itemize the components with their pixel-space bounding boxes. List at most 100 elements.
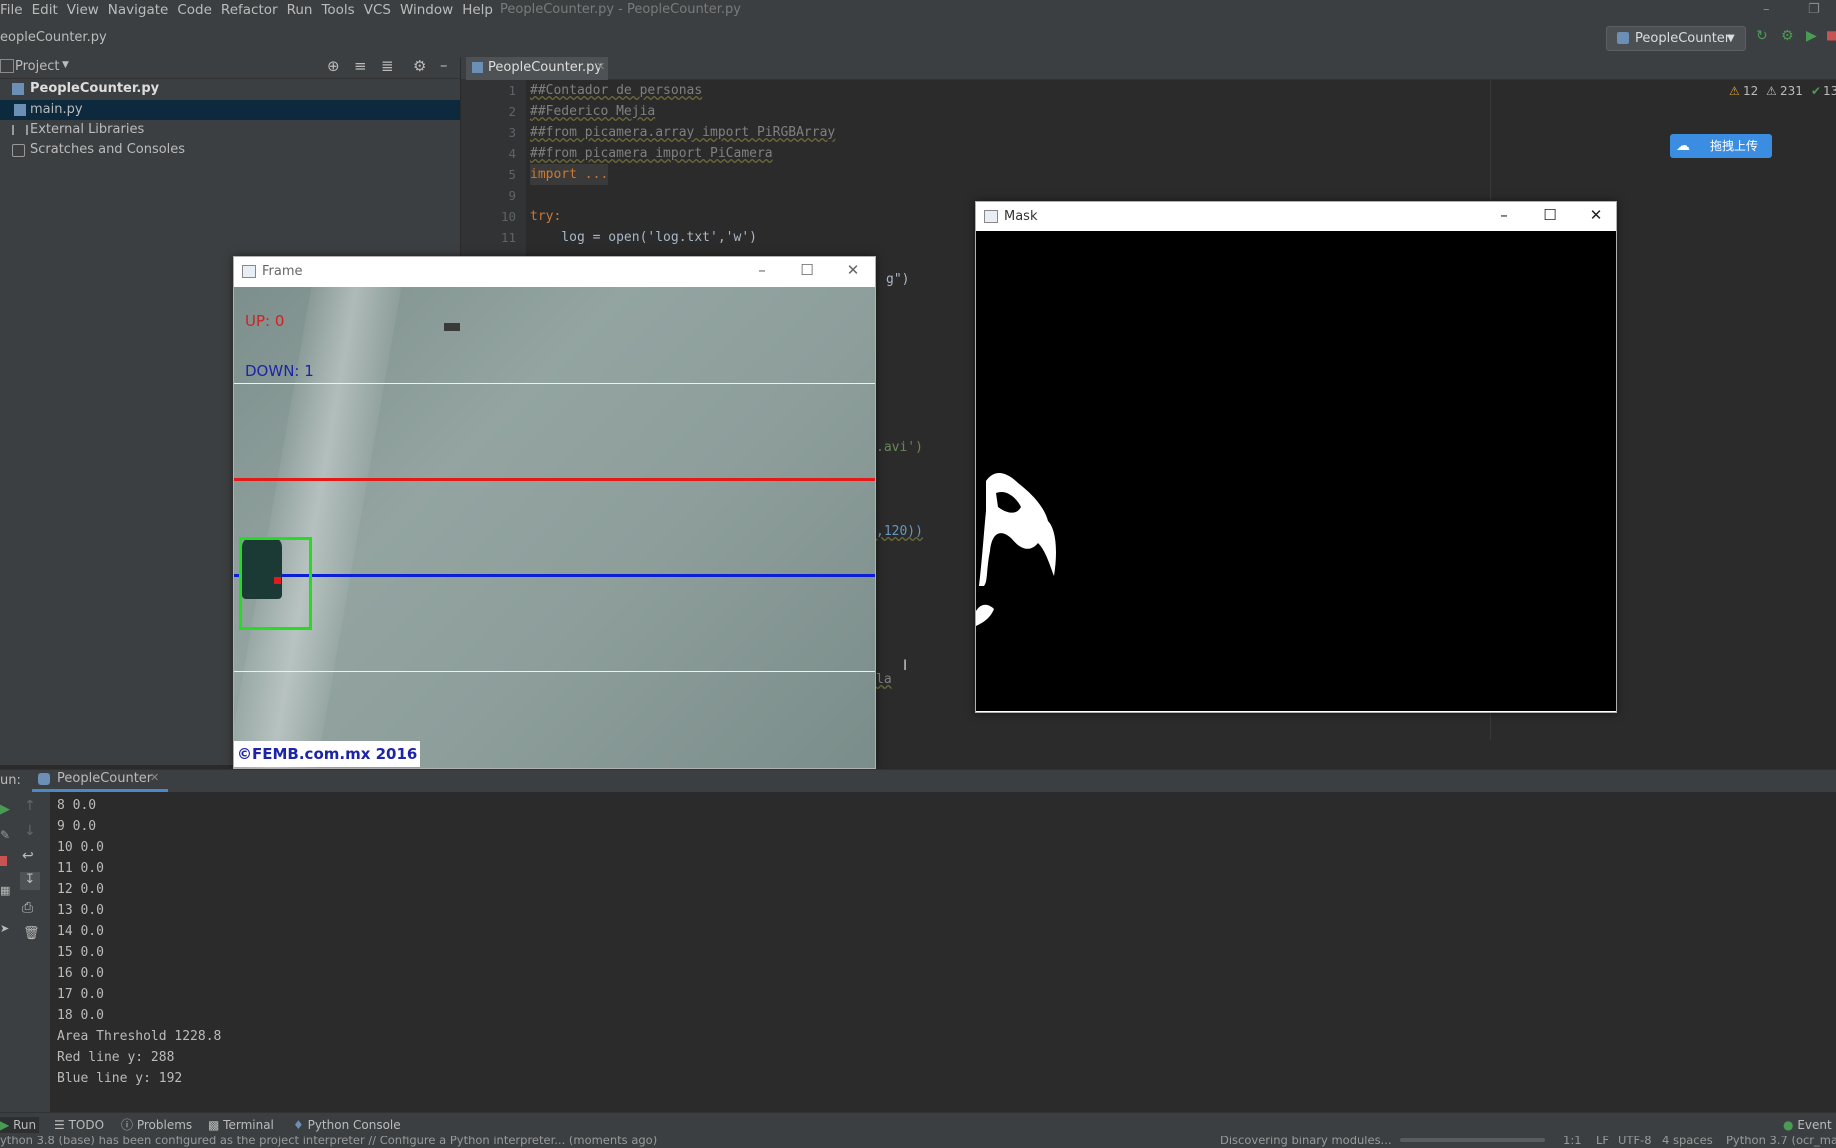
line-number: 5 [508, 167, 516, 182]
console-output[interactable]: 8 0.0 9 0.0 10 0.0 11 0.0 12 0.0 13 0.0 … [50, 792, 1836, 1112]
weak-warnings-count[interactable]: 231 [1780, 84, 1803, 98]
coverage-icon[interactable]: ▶ [1806, 28, 1817, 44]
upload-badge[interactable]: ☁ 拖拽上传 [1670, 134, 1772, 158]
stop-icon[interactable] [0, 856, 7, 866]
file-encoding[interactable]: UTF-8 [1618, 1136, 1652, 1147]
code-line: ##from picamera.array import PiRGBArray [530, 125, 836, 140]
collapse-all-icon[interactable]: ≣ [381, 57, 394, 75]
menu-file[interactable]: File [0, 2, 30, 18]
scroll-to-end-icon[interactable]: ↧ [20, 872, 40, 890]
rerun-icon[interactable]: ↻ [1756, 28, 1768, 44]
tab-run-peoplecounter[interactable]: PeopleCounter ✕ [32, 769, 168, 792]
close-icon[interactable]: ✕ [596, 60, 605, 73]
run-toolbar: ▶ ↑ ↓ ✎ ↩ ↧ ▦ ⎙ ➤ 🗑 [0, 792, 50, 1112]
rerun-icon[interactable]: ▶ [0, 802, 10, 817]
tree-item-main[interactable]: main.py [0, 100, 460, 120]
minimize-icon[interactable]: – [752, 260, 772, 280]
line-number: 10 [500, 209, 516, 224]
restore-icon[interactable]: ❐ [1808, 0, 1820, 19]
menu-code[interactable]: Code [177, 2, 219, 18]
menu-vcs[interactable]: VCS [364, 2, 398, 18]
mask-title-bar[interactable]: Mask – ☐ ✕ [976, 202, 1616, 230]
window-icon [984, 210, 998, 223]
menu-navigate[interactable]: Navigate [108, 2, 176, 18]
maximize-icon[interactable]: ☐ [1540, 205, 1560, 225]
blue-count-line [234, 574, 875, 577]
locate-icon[interactable]: ⊕ [327, 57, 340, 75]
frame-window[interactable]: Frame – ☐ ✕ UP: 0 DOWN: 1 ©FEMB.com.mx 2… [233, 256, 876, 769]
mask-image [976, 231, 1616, 711]
menu-refactor[interactable]: Refactor [221, 2, 285, 18]
expand-all-icon[interactable]: ≡ [354, 57, 367, 75]
breadcrumb[interactable]: eopleCounter.py [0, 30, 107, 45]
tool-window-problems[interactable]: ⓘ Problems [121, 1117, 192, 1133]
caret-position[interactable]: 1:1 [1563, 1136, 1582, 1147]
run-tab-label: PeopleCounter [57, 771, 153, 786]
minimize-icon[interactable]: – [1763, 0, 1770, 19]
indent-setting[interactable]: 4 spaces [1662, 1136, 1713, 1147]
chevron-down-icon[interactable]: ▼ [62, 60, 69, 70]
layout-icon[interactable]: ▦ [0, 884, 10, 897]
text-cursor-icon: I [903, 658, 908, 674]
frame-title-bar[interactable]: Frame – ☐ ✕ [234, 257, 875, 285]
arrow-down-icon[interactable]: ↓ [24, 823, 36, 839]
tree-item-label: main.py [30, 102, 83, 117]
python-file-icon [14, 104, 26, 116]
soft-wrap-icon[interactable]: ↩ [22, 848, 34, 864]
tree-item-peoplecounter[interactable]: PeopleCounter.py [0, 79, 460, 99]
maximize-icon[interactable]: ☐ [797, 260, 817, 280]
project-header-label[interactable]: Project [15, 59, 59, 74]
tool-window-python-console[interactable]: ♦ Python Console [293, 1117, 401, 1133]
line-separator[interactable]: LF [1596, 1136, 1609, 1147]
line-number: 11 [500, 230, 516, 245]
status-message[interactable]: ython 3.8 (base) has been configured as … [0, 1136, 657, 1147]
debug-icon[interactable]: ⚙ [1781, 28, 1794, 44]
centroid-marker [274, 577, 281, 584]
menu-window[interactable]: Window [400, 2, 460, 18]
problems-icon: ⓘ [121, 1118, 134, 1132]
run-icon: ▶ [0, 1118, 10, 1132]
event-log[interactable]: ● Event L [1783, 1117, 1836, 1133]
console-line: 16 0.0 [57, 966, 104, 981]
menu-help[interactable]: Help [462, 2, 500, 18]
warnings-count[interactable]: 12 [1743, 84, 1758, 98]
tool-window-terminal[interactable]: ▩ Terminal [208, 1117, 274, 1133]
menu-run[interactable]: Run [287, 2, 320, 18]
code-line: try: [530, 209, 562, 224]
tree-item-external-libraries[interactable]: External Libraries [0, 120, 460, 140]
minimize-icon[interactable]: – [1494, 205, 1514, 225]
hide-icon[interactable]: – [440, 56, 448, 74]
arrow-up-icon[interactable]: ↑ [24, 798, 36, 814]
console-line: 12 0.0 [57, 882, 104, 897]
stop-icon[interactable]: ■ [1826, 28, 1836, 42]
line-number: 3 [508, 125, 516, 140]
menu-tools[interactable]: Tools [321, 2, 361, 18]
event-log-icon: ● [1783, 1118, 1794, 1132]
menu-edit[interactable]: Edit [32, 2, 65, 18]
code-line: ##from picamera import PiCamera [530, 146, 773, 161]
code-line-folded-import[interactable]: import ... [530, 164, 609, 185]
run-configuration-selector[interactable]: PeopleCounter ▼ [1606, 26, 1746, 51]
red-count-line [234, 478, 875, 481]
code-fragment: g") [886, 272, 910, 287]
tree-item-scratches[interactable]: Scratches and Consoles [0, 140, 460, 160]
weak-warning-icon: ⚠ [1766, 84, 1777, 98]
trash-icon[interactable]: 🗑 [23, 926, 40, 941]
code-line: ##Federico Mejia [530, 104, 656, 119]
menu-view[interactable]: View [67, 2, 106, 18]
pin-icon[interactable]: ➤ [0, 922, 9, 935]
tool-window-todo[interactable]: ☰ TODO [54, 1117, 104, 1133]
wrench-icon[interactable]: ✎ [0, 828, 10, 842]
close-icon[interactable]: ✕ [1586, 205, 1606, 225]
interpreter-selector[interactable]: Python 3.7 (ocr_ma [1726, 1136, 1836, 1147]
mask-window[interactable]: Mask – ☐ ✕ [975, 201, 1617, 713]
close-icon[interactable]: ✕ [150, 771, 159, 784]
python-file-icon [472, 62, 483, 73]
gear-icon[interactable]: ⚙ [413, 57, 426, 75]
close-icon[interactable]: ✕ [843, 260, 863, 280]
scratch-icon [12, 144, 25, 157]
tool-window-run[interactable]: ▶ Run [0, 1117, 40, 1133]
print-icon[interactable]: ⎙ [22, 900, 33, 916]
up-counter: UP: 0 [245, 312, 285, 330]
ok-count[interactable]: 13 [1823, 84, 1836, 98]
